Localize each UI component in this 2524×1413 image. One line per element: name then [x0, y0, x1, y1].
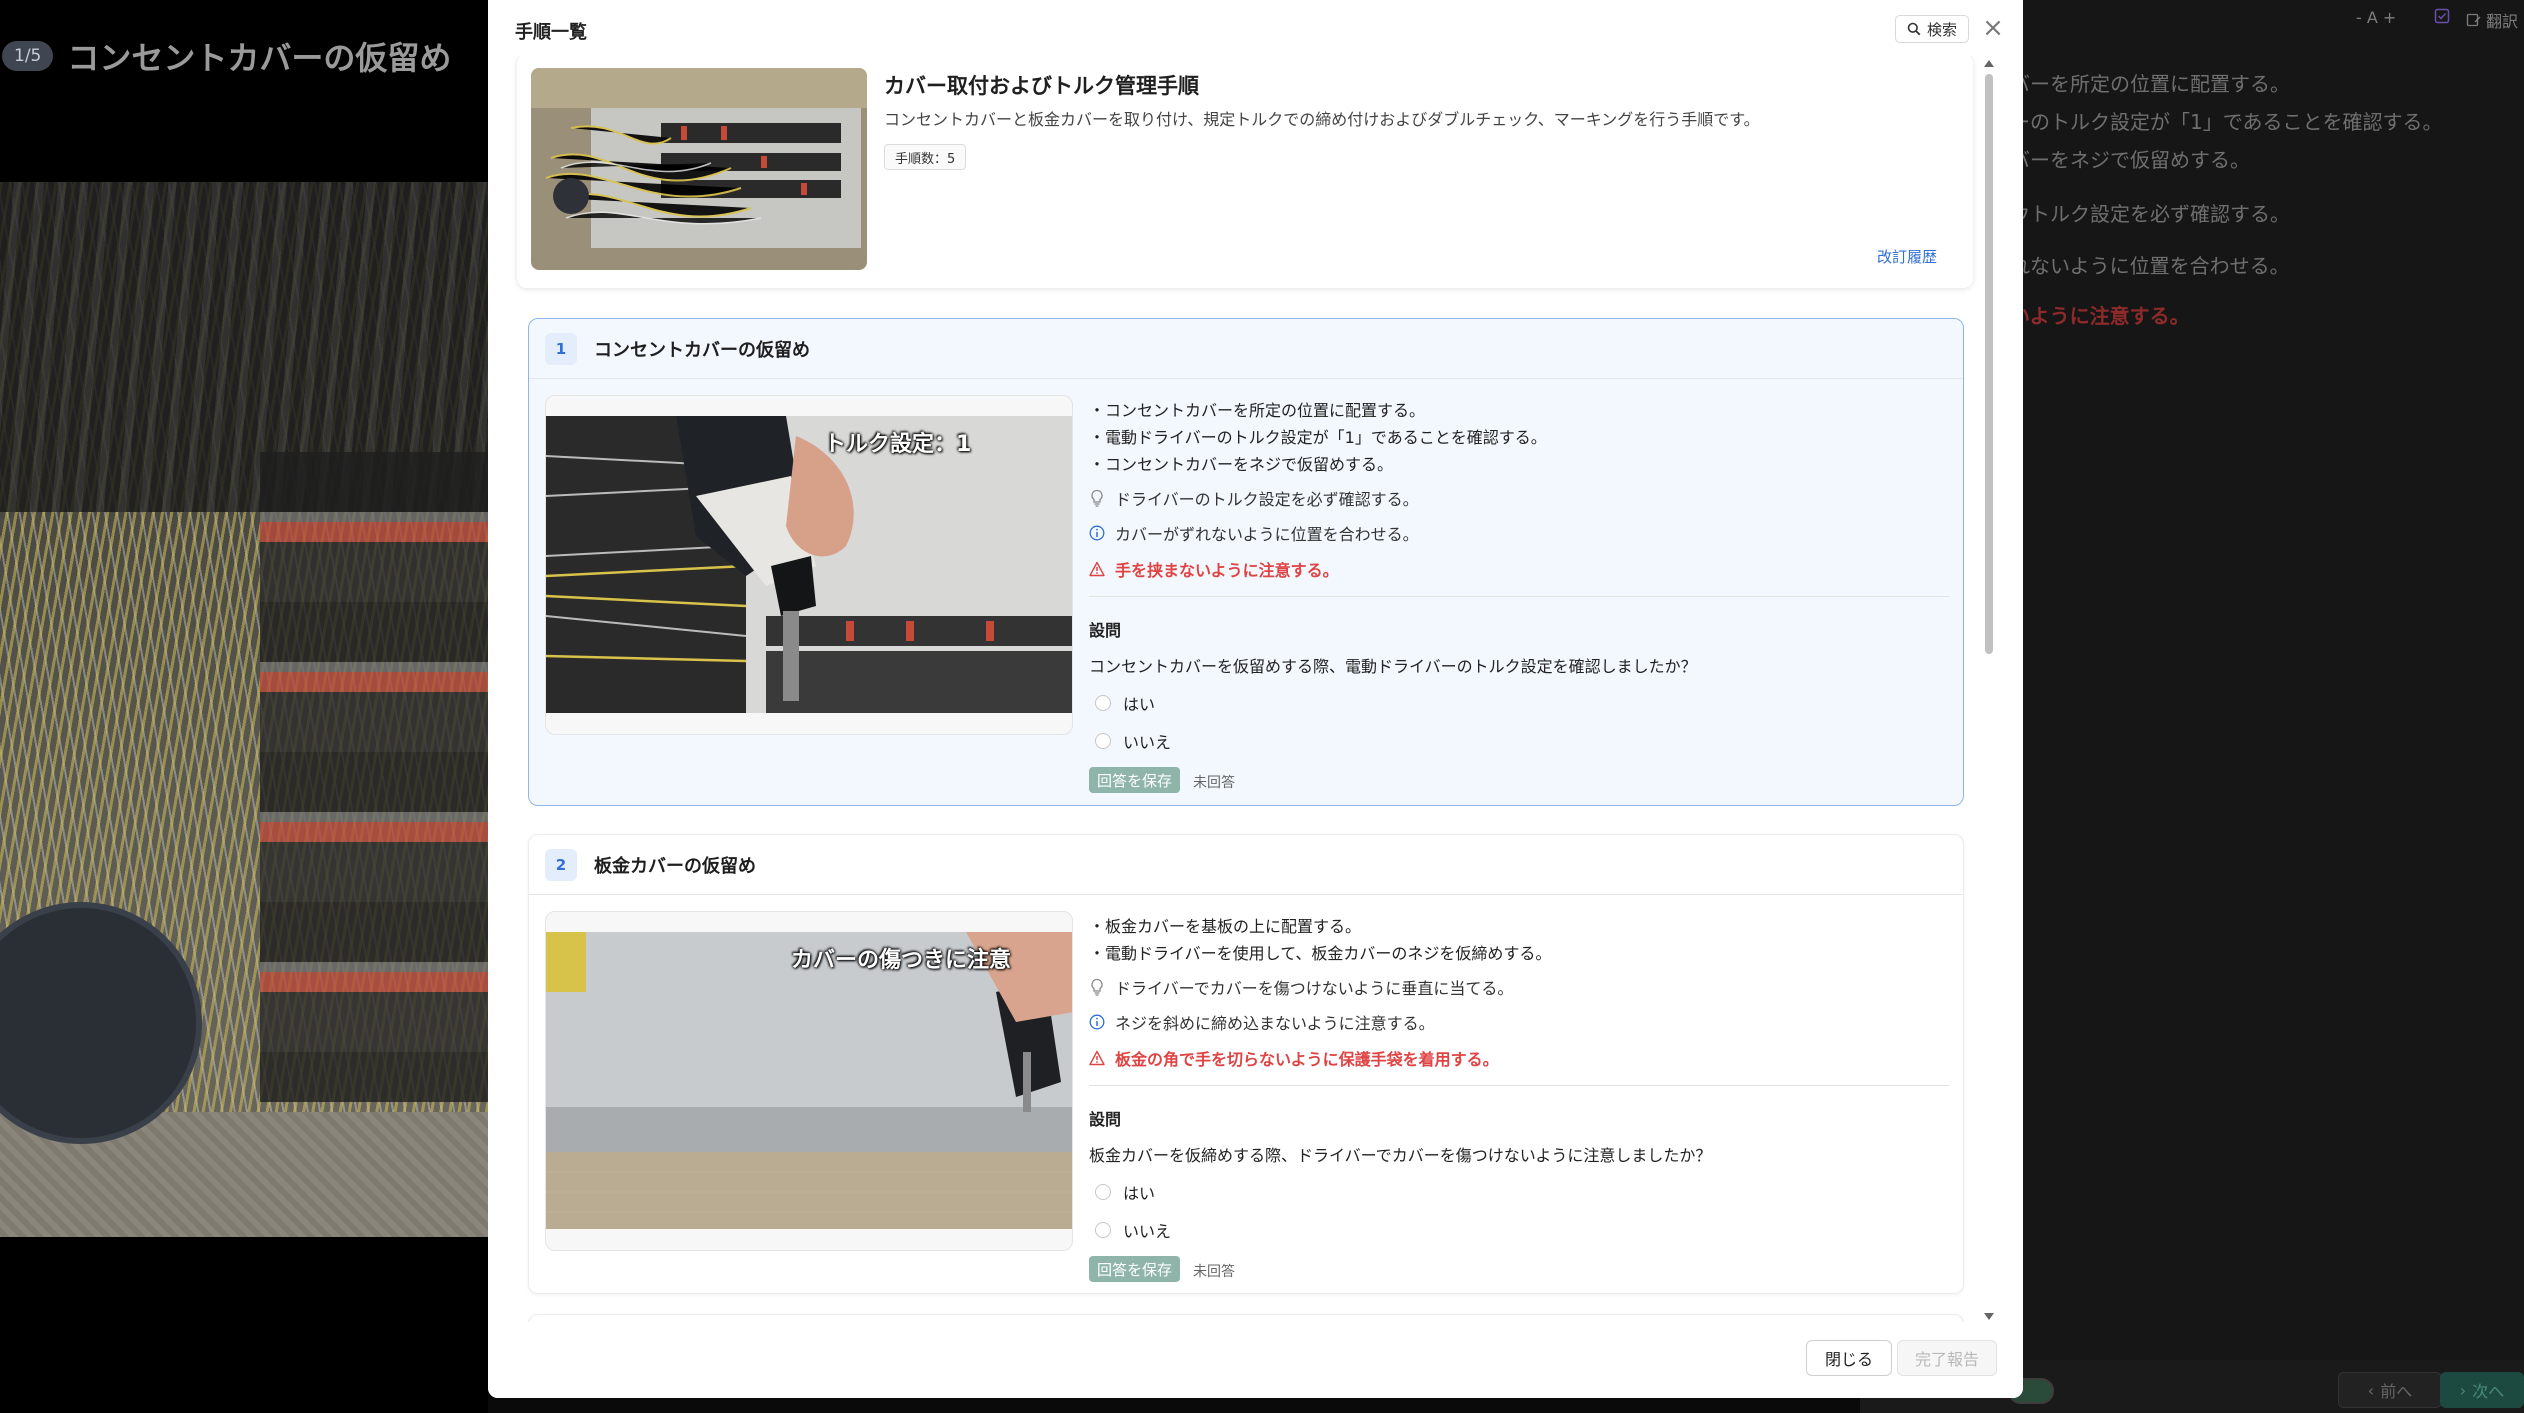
- procedure-thumbnail: [531, 68, 867, 270]
- close-icon[interactable]: ×: [1979, 14, 2007, 42]
- scroll-up-icon[interactable]: [1982, 56, 1996, 70]
- radio-option-yes[interactable]: はい: [1095, 691, 1155, 715]
- question-label: 設問: [1089, 1110, 1122, 1129]
- save-answer-button[interactable]: 回答を保存: [1089, 1256, 1181, 1282]
- radio-button[interactable]: [1095, 1222, 1111, 1238]
- next-button[interactable]: › 次へ: [2440, 1372, 2524, 1408]
- background-toolbar: - A + 翻訳: [2020, 0, 2524, 40]
- completion-report-button[interactable]: 完了報告: [1897, 1340, 1997, 1376]
- step-title: 板金カバーの仮留め: [594, 856, 756, 877]
- step-image[interactable]: カバーの傷つきに注意: [545, 911, 1073, 1251]
- scroll-down-icon[interactable]: [1982, 1308, 1996, 1322]
- step-number-badge: 2: [545, 849, 577, 881]
- background-step-title: コンセントカバーの仮留め: [67, 39, 452, 77]
- translate-icon: [2466, 13, 2481, 27]
- radio-option-no[interactable]: いいえ: [1095, 1218, 1171, 1242]
- radio-button[interactable]: [1095, 695, 1111, 711]
- search-button[interactable]: 検索: [1895, 15, 1969, 43]
- procedure-title: カバー取付およびトルク管理手順: [884, 74, 1199, 98]
- app-screen: 1/5 コンセントカバーの仮留め - A + 翻訳 バーを所定の位置に配置する。…: [0, 0, 2524, 1413]
- divider: [1089, 1085, 1949, 1086]
- translate-button[interactable]: 翻訳: [2466, 8, 2518, 32]
- close-button[interactable]: 閉じる: [1806, 1340, 1892, 1376]
- lightbulb-icon: [1091, 978, 1103, 996]
- scrollbar-thumb[interactable]: [1985, 74, 1993, 654]
- modal-scrollbar[interactable]: [1982, 56, 1996, 1322]
- procedure-list-modal: 手順一覧 検索 × カバー取付およびトルク管理手順 コンセントカバーと板金カバー…: [488, 0, 2023, 1398]
- bg-line: バーをネジで仮留めする。: [2010, 148, 2250, 172]
- save-answer-button[interactable]: 回答を保存: [1089, 767, 1181, 793]
- step-image[interactable]: トルク設定：1: [545, 395, 1073, 735]
- instruction-bullet: ・板金カバーを基板の上に配置する。: [1089, 917, 1362, 936]
- bg-line: ーのトルク設定が「1」であることを確認する。: [2010, 110, 2443, 134]
- modal-footer: 閉じる 完了報告: [488, 1322, 2023, 1398]
- chevron-left-icon: ‹: [2367, 1380, 2375, 1400]
- question-label: 設問: [1089, 621, 1122, 640]
- info-icon: [1089, 1014, 1105, 1030]
- question-text: コンセントカバーを仮留めする際、電動ドライバーのトルク設定を確認しましたか？: [1089, 657, 1697, 676]
- instruction-bullet: ・コンセントカバーを所定の位置に配置する。: [1089, 401, 1426, 420]
- divider: [1089, 596, 1949, 597]
- tip-note: ドライバーのトルク設定を必ず確認する。: [1089, 486, 1419, 510]
- step-header: 1 コンセントカバーの仮留め: [529, 319, 1963, 379]
- chevron-right-icon: ›: [2459, 1380, 2467, 1400]
- info-note: ネジを斜めに締め込まないように注意する。: [1089, 1010, 1435, 1034]
- step-title: コンセントカバーの仮留め: [594, 340, 810, 361]
- bg-line: バーを所定の位置に配置する。: [2010, 72, 2290, 96]
- step-number-badge: 1: [545, 333, 577, 365]
- prev-button[interactable]: ‹ 前へ: [2338, 1372, 2442, 1408]
- bg-line: ウトルク設定を必ず確認する。: [2010, 202, 2290, 226]
- lightbulb-icon: [1091, 489, 1103, 507]
- step-card-1[interactable]: 1 コンセントカバーの仮留め トルク設定：1 ・コンセントカバーを所定の位置に配…: [528, 318, 1964, 806]
- procedure-overview-card: カバー取付およびトルク管理手順 コンセントカバーと板金カバーを取り付け、規定トル…: [517, 56, 1973, 288]
- procedure-description: コンセントカバーと板金カバーを取り付け、規定トルクでの締め付けおよびダブルチェッ…: [884, 110, 1760, 129]
- step-header: 2 板金カバーの仮留め: [529, 835, 1963, 895]
- step-card-2[interactable]: 2 板金カバーの仮留め カバーの傷つきに注意 ・板金カバーを基板の上に配置する。…: [528, 834, 1964, 1294]
- answer-status: 未回答: [1193, 775, 1235, 791]
- background-work-photo: [0, 182, 488, 1237]
- image-caption: カバーの傷つきに注意: [791, 948, 1012, 973]
- font-size-control[interactable]: - A +: [2356, 8, 2396, 27]
- radio-button[interactable]: [1095, 733, 1111, 749]
- info-note: カバーがずれないように位置を合わせる。: [1089, 521, 1419, 545]
- instruction-bullet: ・コンセントカバーをネジで仮留めする。: [1089, 455, 1394, 474]
- instruction-bullet: ・電動ドライバーを使用して、板金カバーのネジを仮締めする。: [1089, 944, 1552, 963]
- modal-scroll-area[interactable]: カバー取付およびトルク管理手順 コンセントカバーと板金カバーを取り付け、規定トル…: [488, 56, 2023, 1322]
- radio-option-yes[interactable]: はい: [1095, 1180, 1155, 1204]
- instruction-bullet: ・電動ドライバーのトルク設定が「1」であることを確認する。: [1089, 428, 1547, 447]
- question-text: 板金カバーを仮締めする際、ドライバーでカバーを傷つけないように注意しましたか？: [1089, 1146, 1712, 1165]
- checklist-icon[interactable]: [2434, 8, 2450, 28]
- info-icon: [1089, 525, 1105, 541]
- tip-note: ドライバーでカバーを傷つけないように垂直に当てる。: [1089, 975, 1513, 999]
- background-step-header: 1/5 コンセントカバーの仮留め: [0, 28, 451, 84]
- modal-title: 手順一覧: [515, 22, 587, 43]
- step-counter-badge: 1/5: [2, 41, 54, 71]
- image-caption: トルク設定：1: [824, 432, 972, 457]
- warning-icon: [1089, 1050, 1105, 1066]
- radio-option-no[interactable]: いいえ: [1095, 729, 1171, 753]
- warning-note: 手を挟まないように注意する。: [1089, 557, 1339, 581]
- step-card-3-partial[interactable]: [528, 1314, 1964, 1322]
- bg-line-warning: いように注意する。: [2010, 304, 2190, 328]
- bg-line: れないように位置を合わせる。: [2010, 254, 2290, 278]
- step-count-chip: 手順数：5: [884, 144, 967, 170]
- background-left-panel: 1/5 コンセントカバーの仮留め: [0, 0, 488, 1413]
- warning-icon: [1089, 561, 1105, 577]
- modal-header: 手順一覧 検索 ×: [488, 0, 2023, 58]
- search-icon: [1907, 22, 1921, 36]
- answer-status: 未回答: [1193, 1264, 1235, 1280]
- warning-note: 板金の角で手を切らないように保護手袋を着用する。: [1089, 1046, 1499, 1070]
- radio-button[interactable]: [1095, 1184, 1111, 1200]
- revision-history-link[interactable]: 改訂履歴: [1877, 246, 1937, 267]
